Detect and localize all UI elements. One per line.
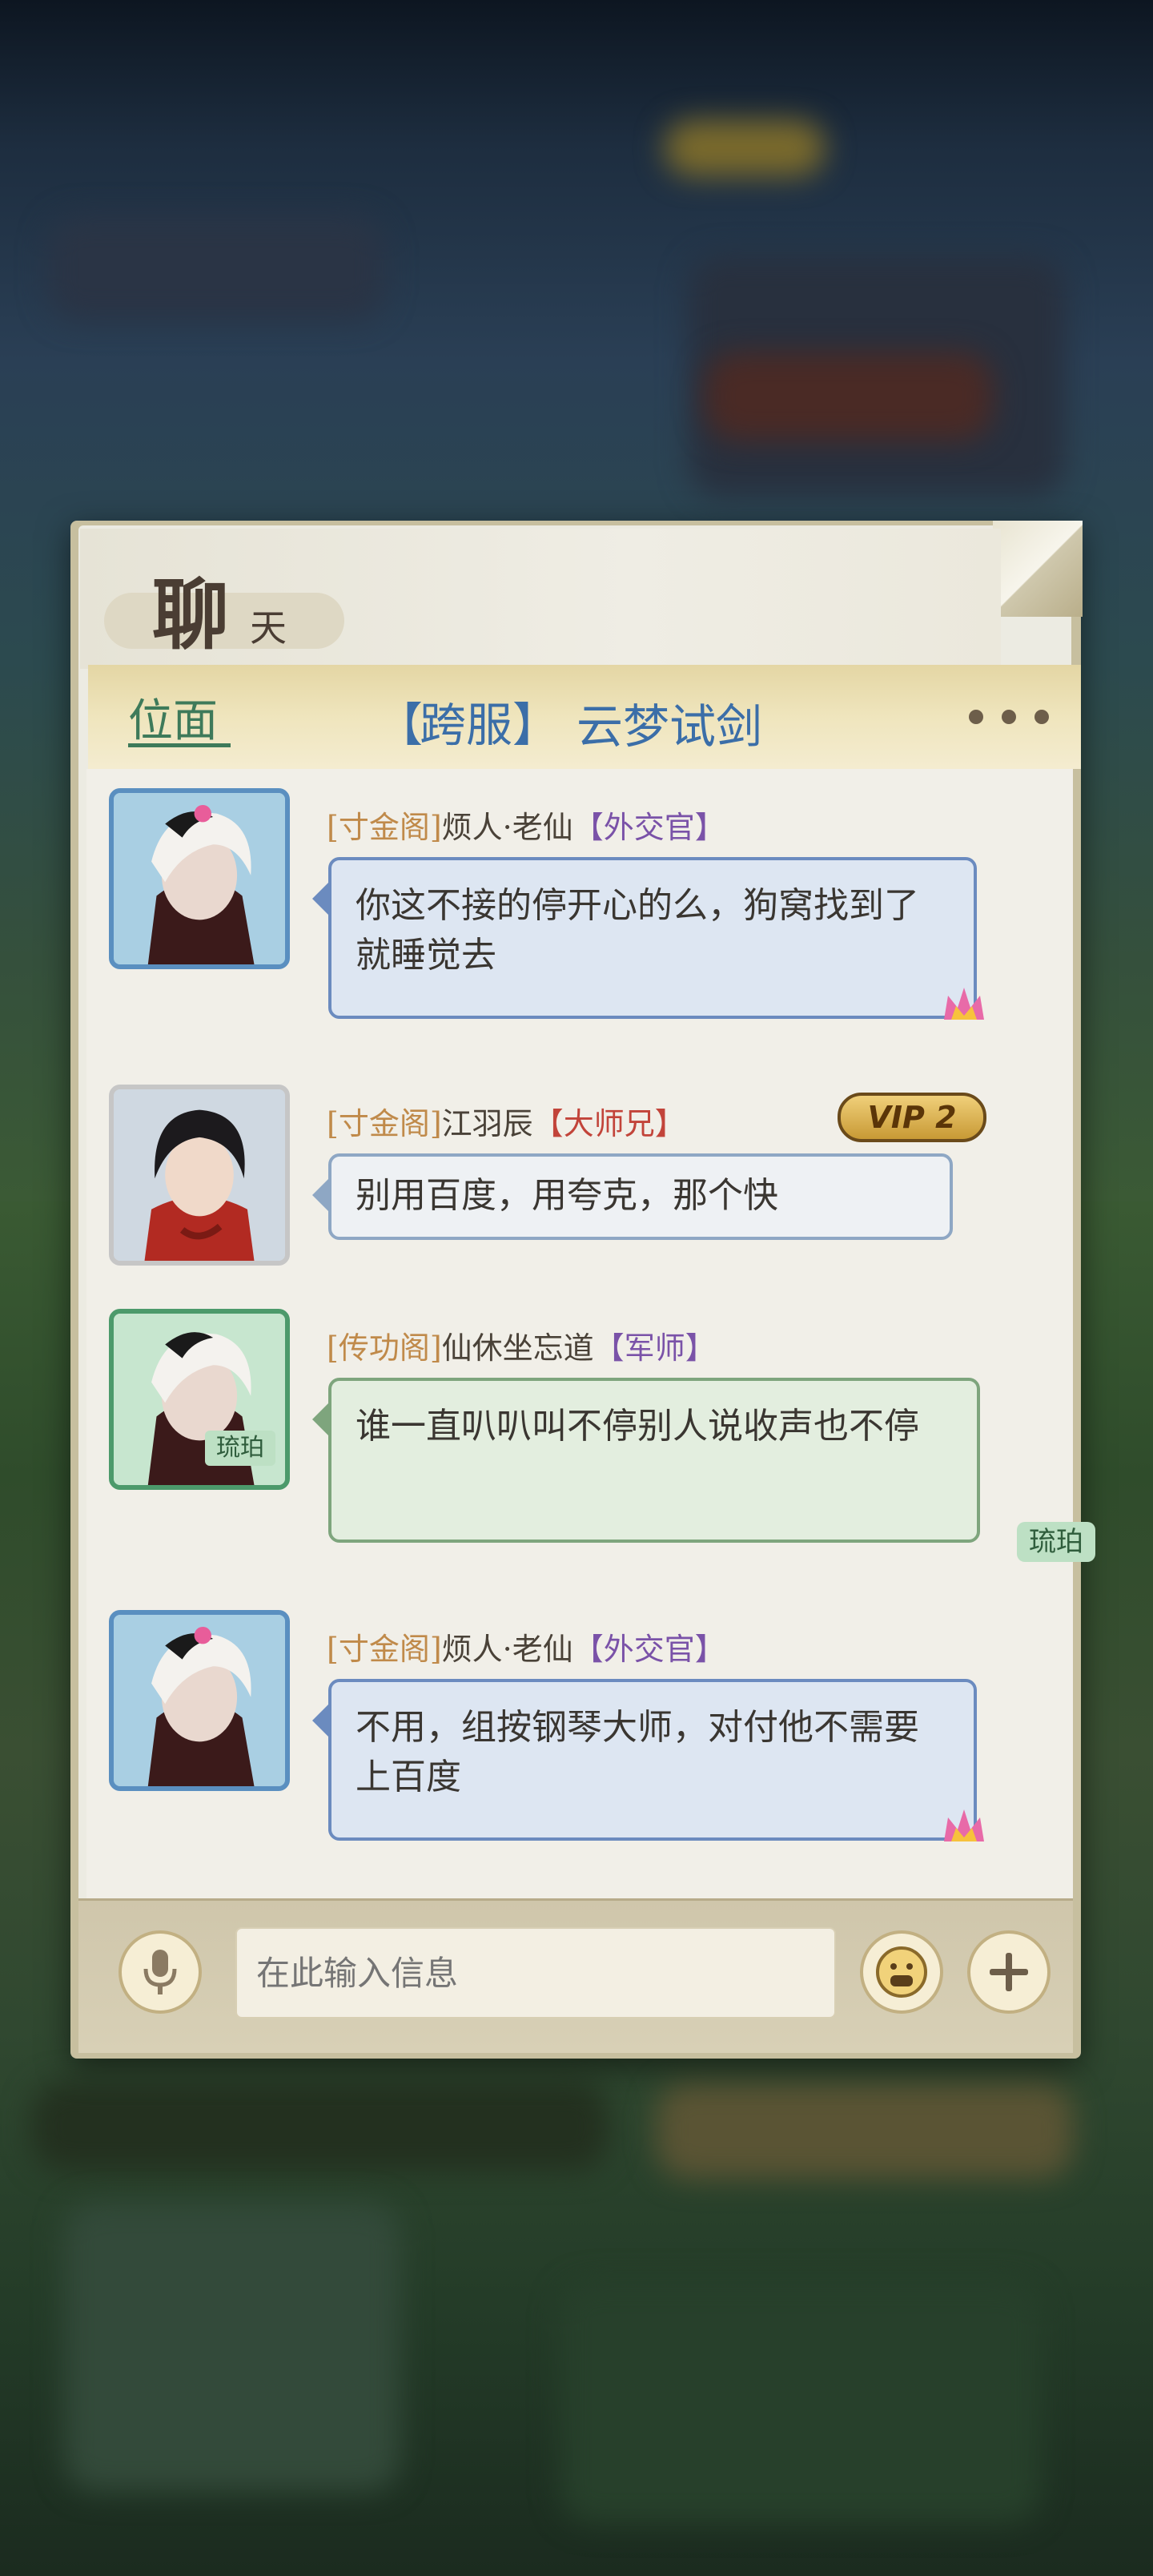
microphone-icon (143, 1950, 177, 1994)
sender-guild: [传功阁] (327, 1330, 442, 1366)
vip-badge: VIP 2 (838, 1093, 986, 1142)
sender-role: 外交官 (603, 1632, 695, 1667)
message-bubble[interactable]: 谁一直叭叭叫不停别人说收声也不停 (328, 1378, 980, 1543)
tab-active-underline (128, 743, 231, 747)
sender-guild: [寸金阁] (327, 1632, 442, 1667)
message-text: 别用百度，用夸克，那个快 (356, 1175, 778, 1216)
bg-blur-tree (64, 2203, 400, 2491)
bubble-tail (312, 1703, 330, 1738)
bracket-open: 【 (532, 1106, 564, 1141)
sender-name-line: [传功阁]仙休坐忘道【军师】 (327, 1323, 716, 1367)
avatar-amber-tag: 琉珀 (205, 1431, 275, 1466)
chat-title-sub: 天 (250, 606, 287, 650)
bracket-close: 】 (685, 1330, 716, 1366)
more-dots-icon (1002, 710, 1016, 724)
sender-name[interactable]: 江羽辰 (442, 1106, 533, 1141)
emoji-face-icon (876, 1946, 927, 1998)
tab-plane-channel[interactable]: 位面 (128, 685, 218, 750)
sender-guild: [寸金阁] (327, 810, 442, 845)
chat-title-main: 聊 (152, 570, 229, 660)
message-bubble[interactable]: 你这不接的停开心的么，狗窝找到了就睡觉去 (328, 857, 977, 1019)
amber-badge: 琉珀 (1017, 1522, 1095, 1562)
chat-message-input[interactable] (235, 1927, 836, 2019)
emoji-button[interactable] (860, 1930, 943, 2014)
message-text: 不用，组按钢琴大师，对付他不需要上百度 (356, 1707, 919, 1797)
more-dots-icon (969, 710, 983, 724)
bracket-close: 】 (694, 1632, 725, 1667)
add-attachment-button[interactable] (967, 1930, 1051, 2014)
message-bubble[interactable]: 不用，组按钢琴大师，对付他不需要上百度 (328, 1679, 977, 1841)
sender-name-line: [寸金阁]江羽辰【大师兄】 (327, 1099, 685, 1143)
bg-blur-bottom-gold (657, 2083, 1073, 2179)
sender-name-line: [寸金阁]烦人·老仙【外交官】 (327, 1624, 725, 1668)
white-hair-hero-portrait-icon (114, 793, 285, 964)
sender-name[interactable]: 烦人·老仙 (442, 810, 573, 845)
paper-fold-corner (993, 521, 1083, 617)
player-avatar[interactable] (109, 1085, 290, 1266)
tab-server-bracket-open: 【 (376, 698, 424, 752)
crown-ornament-icon (944, 1809, 984, 1841)
dark-hair-hero-portrait-icon (114, 1089, 285, 1261)
sender-guild: [寸金阁] (327, 1106, 442, 1141)
player-avatar[interactable] (109, 1610, 290, 1791)
bg-blur-tree-2 (560, 2283, 1041, 2523)
sender-name-line: [寸金阁]烦人·老仙【外交官】 (327, 803, 725, 847)
more-dots-icon (1034, 710, 1049, 724)
tab-cross-server[interactable]: 跨服 (420, 687, 512, 755)
bg-blur-red (705, 352, 993, 441)
bracket-close: 】 (654, 1106, 685, 1141)
tab-server-name[interactable]: 云梦试剑 (576, 689, 762, 756)
white-hair-hero-portrait-icon (114, 1615, 285, 1786)
message-text: 谁一直叭叭叫不停别人说收声也不停 (356, 1406, 919, 1447)
crown-ornament-icon (944, 988, 984, 1020)
bg-blur-panel (48, 216, 384, 320)
bg-blur-bottom-bar (32, 2083, 609, 2171)
player-avatar[interactable] (109, 788, 290, 969)
message-bubble[interactable]: 别用百度，用夸克，那个快 (328, 1153, 953, 1240)
more-options-button[interactable] (969, 697, 1049, 737)
bg-blur-gold (665, 120, 825, 176)
bubble-tail (312, 1402, 330, 1437)
plus-icon (990, 1953, 1028, 1991)
bubble-tail (312, 881, 330, 916)
bracket-open: 【 (572, 1632, 604, 1667)
bracket-close: 】 (694, 810, 725, 845)
chat-message-list[interactable]: [寸金阁]烦人·老仙【外交官】 你这不接的停开心的么，狗窝找到了就睡觉去 [寸金… (86, 769, 1095, 1898)
bracket-open: 【 (572, 810, 604, 845)
tab-server-bracket-close: 】 (512, 698, 560, 752)
sender-role: 大师兄 (563, 1106, 655, 1141)
sender-role: 军师 (624, 1330, 685, 1366)
sender-role: 外交官 (603, 810, 695, 845)
sender-name[interactable]: 烦人·老仙 (442, 1632, 573, 1667)
message-text: 你这不接的停开心的么，狗窝找到了就睡觉去 (356, 885, 919, 976)
bubble-tail (312, 1177, 330, 1213)
sender-name[interactable]: 仙休坐忘道 (442, 1330, 594, 1366)
voice-button[interactable] (119, 1930, 202, 2014)
bracket-open: 【 (593, 1330, 625, 1366)
